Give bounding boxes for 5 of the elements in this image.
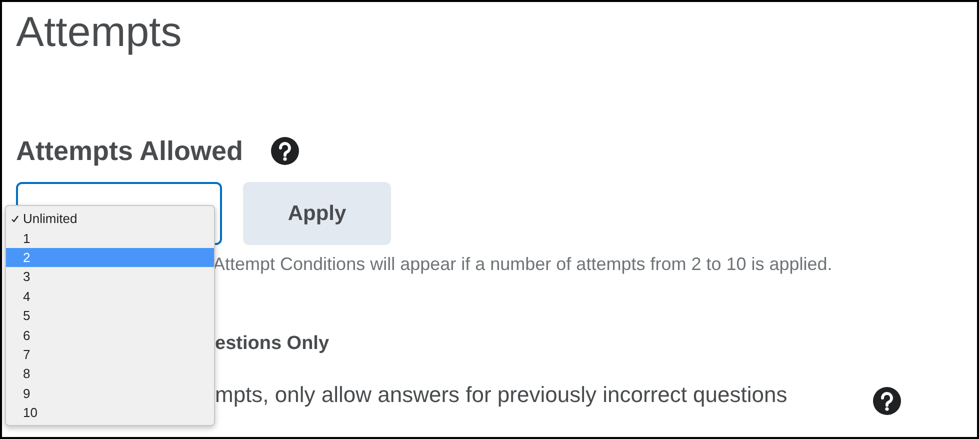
section-heading: Attempts Allowed xyxy=(16,135,244,168)
hint-text: Attempt Conditions will appear if a number of attempts from 2 to 10 is applied. xyxy=(213,253,832,276)
option-text: mpts, only allow answers for previously incorrect questions xyxy=(215,382,788,408)
subsection-heading: estions Only xyxy=(215,333,330,355)
page-title: Attempts xyxy=(16,7,182,57)
